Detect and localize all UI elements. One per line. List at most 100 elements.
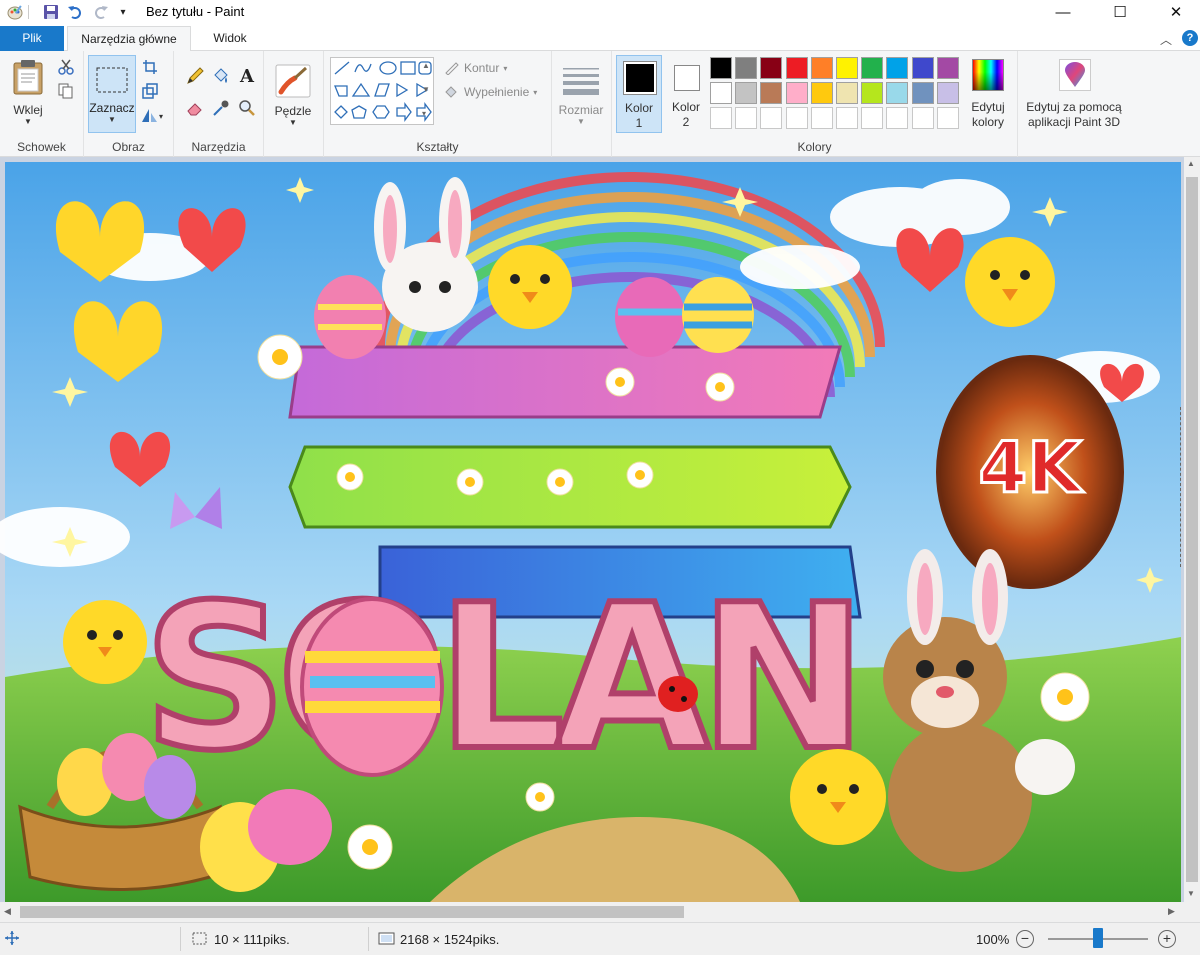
copy-icon[interactable] [56, 81, 76, 101]
drawing-canvas[interactable]: 4K SOLAN [0, 157, 1184, 902]
crop-icon[interactable] [140, 57, 160, 77]
palette-swatch[interactable] [735, 57, 758, 79]
collapse-ribbon-icon[interactable]: ︿ [1160, 31, 1172, 48]
horizontal-scroll-thumb[interactable] [20, 906, 684, 918]
color2-swatch [674, 65, 700, 91]
palette-swatch[interactable] [886, 82, 909, 104]
eraser-icon[interactable] [184, 97, 206, 119]
zoom-level-text: 100% [976, 932, 1010, 947]
palette-custom-slot[interactable] [886, 107, 909, 129]
palette-swatch[interactable] [760, 82, 783, 104]
ribbon-tabs: Plik Narzędzia główne Widok ︿ ? [0, 26, 1200, 52]
edit-colors-button[interactable]: Edytuj kolory [966, 57, 1010, 133]
color-palette [710, 57, 966, 133]
group-tools: A Narzędzia [174, 51, 264, 157]
scroll-up-icon[interactable]: ▲ [1187, 159, 1195, 168]
edit-in-paint3d-button[interactable]: Edytuj za pomocą aplikacji Paint 3D [1022, 57, 1126, 133]
paste-button[interactable]: Wklej ▼ [8, 55, 48, 129]
vertical-scroll-thumb[interactable] [1186, 177, 1198, 882]
color1-button[interactable]: Kolor 1 [616, 55, 662, 133]
text-tool-icon[interactable]: A [236, 65, 258, 87]
palette-custom-slot[interactable] [936, 107, 959, 129]
tab-view[interactable]: Widok [196, 26, 264, 51]
tab-file[interactable]: Plik [0, 26, 64, 51]
status-bar: 10 × 111piks. 2168 × 1524piks. 100% − + [0, 922, 1200, 955]
canvas-area[interactable]: 4K SOLAN [0, 157, 1184, 902]
palette-swatch[interactable] [836, 82, 858, 104]
palette-custom-slot[interactable] [785, 107, 808, 129]
status-divider-1 [180, 927, 181, 951]
palette-swatch[interactable] [936, 82, 959, 104]
brushes-button[interactable]: Pędzle ▼ [272, 57, 314, 133]
paint3d-icon [1059, 59, 1091, 91]
paint3d-label-2: aplikacji Paint 3D [1027, 115, 1121, 129]
paint-app-icon[interactable] [6, 3, 24, 21]
palette-custom-slot[interactable] [810, 107, 833, 129]
palette-swatch[interactable] [785, 57, 808, 79]
egg-4k-text: 4K [979, 427, 1085, 509]
title-bar: ▾ Bez tytułu - Paint — ☐ ✕ [0, 0, 1200, 24]
zoom-in-button[interactable]: + [1158, 930, 1176, 948]
palette-swatch[interactable] [936, 57, 959, 79]
fill-icon [445, 86, 457, 98]
maximize-button[interactable]: ☐ [1097, 0, 1143, 24]
resize-icon[interactable] [140, 81, 160, 101]
edit-colors-label-1: Edytuj [971, 100, 1005, 114]
rotate-icon[interactable]: ▾ [140, 105, 166, 125]
shapes-scroll-up-icon[interactable]: ▲ [422, 61, 430, 70]
palette-custom-slot[interactable] [911, 107, 934, 129]
zoom-out-button[interactable]: − [1016, 930, 1034, 948]
horizontal-scrollbar[interactable]: ◀ ▶ [0, 902, 1184, 922]
fill-button[interactable]: Wypełnienie ▾ [444, 85, 537, 99]
palette-swatch[interactable] [810, 57, 833, 79]
palette-swatch[interactable] [836, 57, 858, 79]
palette-custom-slot[interactable] [735, 107, 758, 129]
select-button[interactable]: Zaznacz ▼ [88, 55, 136, 133]
color-picker-icon[interactable] [210, 97, 232, 119]
color2-button[interactable]: Kolor 2 [664, 55, 710, 133]
ribbon: Wklej ▼ Schowek Zaznacz ▼ ▾ Obraz A Narz… [0, 51, 1200, 157]
scroll-down-icon[interactable]: ▼ [1187, 889, 1195, 898]
palette-custom-slot[interactable] [861, 107, 884, 129]
palette-custom-slot[interactable] [760, 107, 783, 129]
size-button[interactable]: Rozmiar ▼ [558, 57, 604, 133]
palette-swatch[interactable] [911, 82, 934, 104]
minimize-button[interactable]: — [1040, 0, 1086, 24]
customize-quick-access-icon[interactable]: ▾ [114, 3, 132, 21]
palette-swatch[interactable] [861, 82, 884, 104]
palette-swatch[interactable] [785, 82, 808, 104]
palette-swatch[interactable] [710, 57, 732, 79]
solan-text: SOLAN [143, 562, 857, 795]
scroll-left-icon[interactable]: ◀ [4, 906, 11, 917]
palette-swatch[interactable] [911, 57, 934, 79]
palette-swatch[interactable] [735, 82, 758, 104]
shapes-scroll-down-icon[interactable]: ▼ [422, 85, 430, 94]
outline-button[interactable]: Kontur ▾ [444, 61, 507, 75]
zoom-slider-thumb[interactable] [1093, 928, 1103, 948]
close-button[interactable]: ✕ [1153, 0, 1199, 24]
shapes-gallery[interactable] [330, 57, 434, 125]
palette-custom-slot[interactable] [710, 107, 732, 129]
group-colors: Kolor 1 Kolor 2 Edytuj kolory Kolory [612, 51, 1018, 157]
vertical-scrollbar[interactable]: ▲ ▼ [1184, 157, 1200, 902]
palette-swatch[interactable] [886, 57, 909, 79]
cut-icon[interactable] [56, 57, 76, 77]
palette-custom-slot[interactable] [836, 107, 858, 129]
palette-swatch[interactable] [861, 57, 884, 79]
scroll-right-icon[interactable]: ▶ [1168, 906, 1175, 917]
palette-swatch[interactable] [760, 57, 783, 79]
help-icon[interactable]: ? [1182, 30, 1198, 46]
color2-number: 2 [682, 115, 690, 129]
fill-label: Wypełnienie [464, 85, 530, 99]
fill-bucket-icon[interactable] [210, 65, 232, 87]
undo-icon[interactable] [66, 3, 84, 21]
magnifier-icon[interactable] [236, 97, 258, 119]
save-icon[interactable] [42, 3, 60, 21]
clipboard-icon [13, 59, 43, 94]
redo-icon[interactable] [92, 3, 110, 21]
pencil-icon[interactable] [184, 65, 206, 87]
tab-home[interactable]: Narzędzia główne [67, 26, 191, 52]
palette-swatch[interactable] [810, 82, 833, 104]
shapes-expand-icon[interactable]: ▾ [422, 109, 426, 118]
palette-swatch[interactable] [710, 82, 732, 104]
